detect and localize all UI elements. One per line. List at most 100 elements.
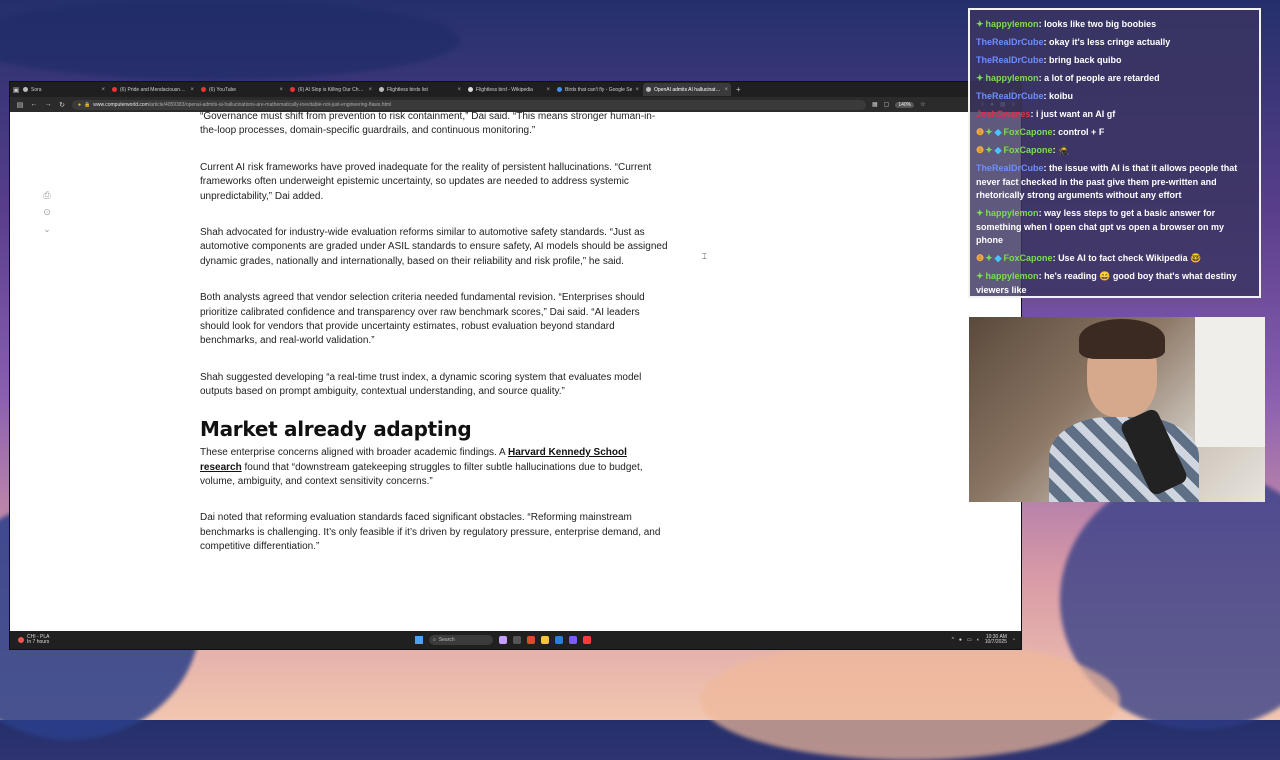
weather-icon xyxy=(18,637,24,643)
taskbar-apps: ⌕ Search xyxy=(415,635,591,645)
sub-badge-icon: ✦ xyxy=(985,127,993,137)
taskbar-search[interactable]: ⌕ Search xyxy=(429,635,493,645)
clock[interactable]: 10:30 AM 10/7/2025 xyxy=(985,635,1007,645)
notifications-icon[interactable]: ◔ xyxy=(1012,637,1015,643)
weather-widget[interactable]: CHI - PLA In 7 hours xyxy=(10,635,50,645)
paragraph-text: found that “downstream gatekeeping strug… xyxy=(200,461,643,487)
browser-tab[interactable]: OpenAI admits AI hallucination × xyxy=(643,83,731,96)
article-paragraph: Shah suggested developing “a real-time t… xyxy=(200,371,642,398)
browser-tab[interactable]: (6) YouTube × xyxy=(198,83,286,96)
back-icon[interactable]: ← xyxy=(30,101,38,108)
obs-icon[interactable] xyxy=(583,636,591,644)
zoom-indicator[interactable]: 140% xyxy=(895,101,915,108)
sub-badge-icon: ✦ xyxy=(976,208,984,218)
copilot-icon[interactable] xyxy=(499,636,507,644)
forward-icon[interactable]: → xyxy=(44,101,52,108)
chat-message: ✦ happylemon: looks like two big boobies xyxy=(976,18,1253,32)
tray-expand-icon[interactable]: ^ xyxy=(952,637,954,643)
browser-tab[interactable]: Birds that can't fly - Google Se × xyxy=(554,83,642,96)
tab-close-icon[interactable]: × xyxy=(635,87,639,93)
chat-username[interactable]: FoxCapone xyxy=(1004,145,1053,155)
discord-icon[interactable] xyxy=(569,636,577,644)
chat-text: Use AI to fact check Wikipedia 🤓 xyxy=(1058,253,1202,263)
chat-text: looks like two big boobies xyxy=(1044,19,1157,29)
microphone-icon[interactable]: ● xyxy=(959,637,962,643)
clock-date: 10/7/2025 xyxy=(984,639,1007,645)
tab-bar: ▣ Sora × (6) Pride and Mendaciousness × (6) … xyxy=(10,82,1021,97)
search-icon: ⌕ xyxy=(433,637,436,643)
url-field[interactable]: ● 🔒 www.computerworld.com /article/40593… xyxy=(72,99,866,110)
streamer-hair xyxy=(1079,319,1165,359)
article-paragraph: “Governance must shift from prevention t… xyxy=(200,112,656,137)
chat-message-list: ✦ happylemon: looks like two big boobies T… xyxy=(976,18,1253,296)
background-shape xyxy=(0,0,460,80)
url-host: www.computerworld.com xyxy=(93,101,149,108)
chat-username[interactable]: TheRealDrCube xyxy=(976,55,1044,65)
file-explorer-icon[interactable] xyxy=(541,636,549,644)
chat-text: a lot of people are retarded xyxy=(1044,73,1160,83)
article-paragraph: Shah advocated for industry-wide evaluat… xyxy=(200,227,668,267)
browser-window: ▣ Sora × (6) Pride and Mendaciousness × (6) … xyxy=(10,82,1021,649)
reload-icon[interactable]: ↻ xyxy=(58,101,66,109)
browser-tab[interactable]: (6) Pride and Mendaciousness × xyxy=(109,83,197,96)
lock-icon: 🔒 xyxy=(84,101,91,108)
chat-username[interactable]: TheRealDrCube xyxy=(976,163,1044,173)
tab-close-icon[interactable]: × xyxy=(101,87,105,93)
screenshot-icon[interactable]: ▢ xyxy=(884,101,890,108)
tab-close-icon[interactable]: × xyxy=(724,87,728,93)
tab-close-icon[interactable]: × xyxy=(279,87,283,93)
browser-tab[interactable]: (6) AI Slop is Killing Our Chann × xyxy=(287,83,375,96)
browser-tab[interactable]: Flightless bird - Wikipedia × xyxy=(465,83,553,96)
chat-username[interactable]: TheRealDrCube xyxy=(976,37,1044,47)
chat-username[interactable]: happylemon xyxy=(986,19,1039,29)
tab-close-icon[interactable]: × xyxy=(190,87,194,93)
chat-username[interactable]: JoshSwanes xyxy=(976,109,1031,119)
chat-username[interactable]: happylemon xyxy=(986,208,1039,218)
youtube-icon xyxy=(201,87,206,92)
chat-username[interactable]: TheRealDrCube xyxy=(976,91,1044,101)
section-heading: Market already adapting xyxy=(200,416,472,441)
tab-close-icon[interactable]: × xyxy=(368,87,372,93)
print-icon[interactable]: ⎙ xyxy=(42,190,52,201)
share-icon[interactable]: ⊙ xyxy=(42,207,52,218)
tab-actions-icon[interactable]: ▣ xyxy=(12,86,20,94)
more-icon[interactable]: ⌄ xyxy=(42,224,52,235)
sub-badge-icon: ✦ xyxy=(985,253,993,263)
chat-username[interactable]: happylemon xyxy=(986,271,1039,281)
windows-taskbar: CHI - PLA In 7 hours ⌕ Search ^ ● ▭ ◐ 10… xyxy=(10,631,1021,649)
browser-app-icon[interactable] xyxy=(527,636,535,644)
weather-line2: In 7 hours xyxy=(27,639,50,645)
chat-message: ✦ happylemon: he's reading 😄 good boy tha… xyxy=(976,270,1253,296)
chat-message: TheRealDrCube: koibu xyxy=(976,90,1253,104)
sub-badge-icon: ✦ xyxy=(985,145,993,155)
chat-text: i just want an AI gf xyxy=(1036,109,1116,119)
new-tab-icon[interactable]: + xyxy=(736,85,741,94)
reader-mode-icon[interactable]: ▦ xyxy=(872,101,878,108)
network-icon[interactable]: ▭ xyxy=(967,637,972,643)
site-info-icon[interactable]: ● xyxy=(78,102,81,108)
sub-badge-icon: ✦ xyxy=(976,73,984,83)
sidebar-icon[interactable]: ▤ xyxy=(16,101,24,109)
article-paragraph: These enterprise concerns aligned with b… xyxy=(200,446,670,489)
chat-message: TheRealDrCube: okay it's less cringe act… xyxy=(976,36,1253,50)
background-shape xyxy=(700,640,1120,760)
volume-icon[interactable]: ◐ xyxy=(977,637,980,643)
google-icon xyxy=(557,87,562,92)
windows-start-icon[interactable] xyxy=(415,636,423,644)
chat-username[interactable]: FoxCapone xyxy=(1004,253,1053,263)
bookmark-star-icon[interactable]: ☆ xyxy=(920,101,925,108)
youtube-icon xyxy=(290,87,295,92)
tab-label: OpenAI admits AI hallucination xyxy=(654,86,722,93)
chat-message: ✦ happylemon: a lot of people are retarde… xyxy=(976,72,1253,86)
browser-tab[interactable]: Flightless birds list × xyxy=(376,83,464,96)
task-view-icon[interactable] xyxy=(513,636,521,644)
chat-message: ❶✦ ◆ FoxCapone: control + F xyxy=(976,126,1253,140)
browser-tab[interactable]: Sora × xyxy=(20,83,108,96)
store-icon[interactable] xyxy=(555,636,563,644)
tab-close-icon[interactable]: × xyxy=(457,87,461,93)
sub-badge-icon: ✦ xyxy=(976,19,984,29)
chat-username[interactable]: FoxCapone xyxy=(1004,127,1053,137)
tab-label: Birds that can't fly - Google Se xyxy=(565,86,633,93)
chat-username[interactable]: happylemon xyxy=(986,73,1039,83)
tab-close-icon[interactable]: × xyxy=(546,87,550,93)
